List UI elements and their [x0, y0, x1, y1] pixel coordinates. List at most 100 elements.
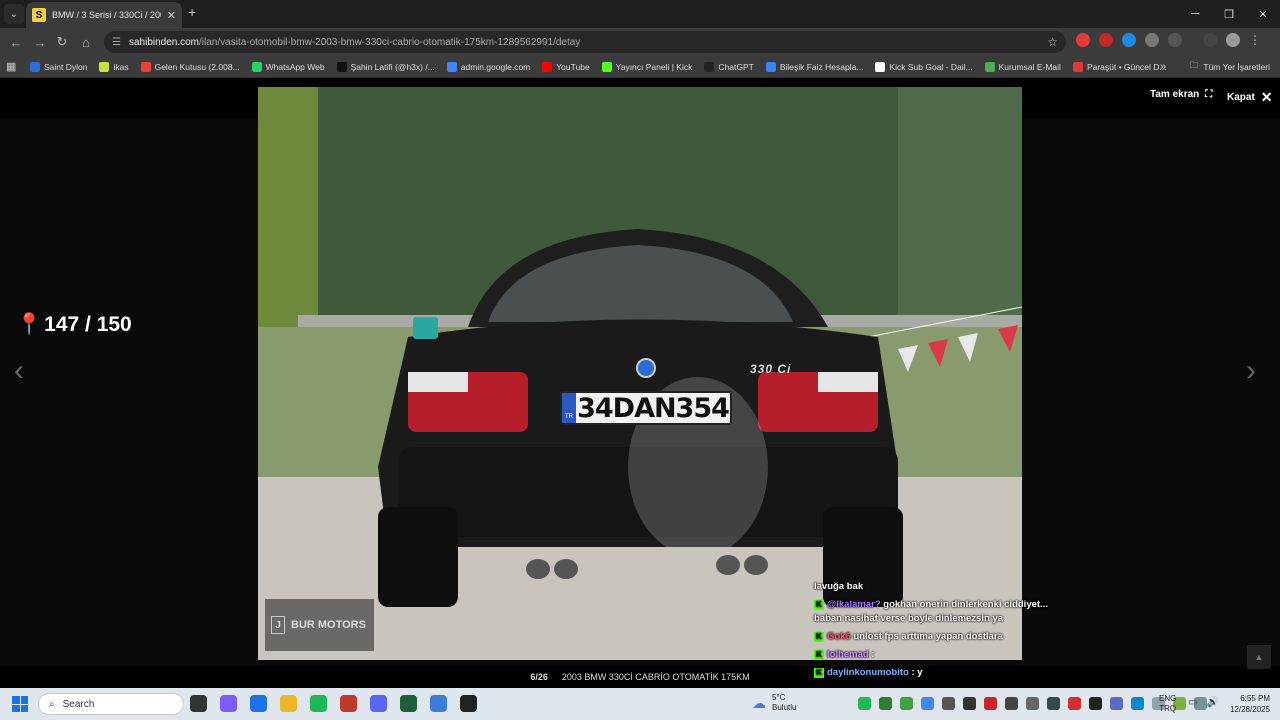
tray-icon[interactable]: [942, 697, 955, 710]
bookmark-item[interactable]: Şahin Latifi (@h3x) /...: [336, 61, 435, 72]
next-photo-arrow-icon[interactable]: ›: [1246, 354, 1256, 388]
recording-app-icon[interactable]: [460, 695, 477, 712]
reading-list-icon[interactable]: [1203, 33, 1217, 47]
tray-icon[interactable]: [1005, 697, 1018, 710]
kick-badge-icon: K: [814, 650, 824, 660]
tray-icon[interactable]: [963, 697, 976, 710]
stream-counter-overlay: 📍 147 / 150: [16, 313, 132, 337]
tray-icon[interactable]: [879, 697, 892, 710]
chat-message: K Gok6 unlost fps arttıma yapan dostlara: [814, 630, 1074, 644]
browser-toolbar: ← → ↻ ⌂ ☰ sahibinden.com/ilan/vasita-oto…: [0, 28, 1280, 56]
bookmark-label: Paraşüt • Güncel D...: [1086, 61, 1167, 72]
bookmark-item[interactable]: ChatGPT: [704, 61, 754, 72]
language-indicator[interactable]: ENG TRQ: [1159, 694, 1176, 714]
bookmark-item[interactable]: Yayıncı Paneli | Kick: [601, 61, 693, 72]
more-bookmarks-icon[interactable]: »: [1160, 61, 1166, 73]
apps-grid-icon[interactable]: ▦: [6, 60, 30, 73]
copilot-icon[interactable]: [220, 695, 237, 712]
bookmark-item[interactable]: WhatsApp Web: [251, 61, 325, 72]
tray-icon[interactable]: [1110, 697, 1123, 710]
new-tab-button[interactable]: +: [188, 4, 196, 20]
tray-icon[interactable]: [1047, 697, 1060, 710]
bookmark-label: ChatGPT: [718, 61, 754, 72]
extension-icon[interactable]: [1145, 33, 1159, 47]
tray-icon[interactable]: [1026, 697, 1039, 710]
all-bookmarks-button[interactable]: 🗀 Tüm Yer İşaretleri: [1190, 60, 1270, 74]
fullscreen-button[interactable]: Tam ekran ⛶: [1150, 89, 1212, 100]
extensions-puzzle-icon[interactable]: [1168, 33, 1182, 47]
map-pin-icon: 📍: [16, 313, 43, 336]
chat-message: lavuğa bak: [814, 581, 864, 592]
bookmark-item[interactable]: Gelen Kutusu (2.008...: [140, 61, 240, 72]
bookmark-favicon-icon: [336, 61, 347, 72]
app-icon[interactable]: [340, 695, 357, 712]
spotify-icon[interactable]: [310, 695, 327, 712]
bookmark-star-icon[interactable]: ☆: [1047, 35, 1058, 49]
tray-icon[interactable]: [921, 697, 934, 710]
reload-icon[interactable]: ↻: [52, 32, 72, 52]
bookmark-favicon-icon: [251, 61, 262, 72]
extension-icon[interactable]: [1076, 33, 1090, 47]
tray-icon[interactable]: [1131, 697, 1144, 710]
bookmark-item[interactable]: Bileşik Faiz Hesapla...: [765, 61, 864, 72]
tray-icon[interactable]: [1068, 697, 1081, 710]
profile-avatar[interactable]: [1226, 33, 1240, 47]
site-info-icon[interactable]: ☰: [112, 37, 121, 48]
back-arrow-icon[interactable]: ←: [6, 32, 26, 52]
close-viewer-button[interactable]: Kapat ✕: [1227, 89, 1273, 106]
chrome-icon[interactable]: [250, 695, 267, 712]
bookmark-label: WhatsApp Web: [265, 61, 325, 72]
chat-message: Klolhemad :: [814, 648, 1074, 662]
network-icon[interactable]: ▭: [1188, 697, 1197, 708]
close-tab-icon[interactable]: ✕: [167, 9, 176, 22]
bookmark-favicon-icon: [704, 61, 715, 72]
windows-start-icon[interactable]: [12, 696, 28, 712]
fullscreen-label: Tam ekran: [1150, 89, 1200, 100]
bookmark-item[interactable]: Kurumsal E-Mail: [984, 61, 1061, 72]
bookmark-item[interactable]: Paraşüt • Güncel D...: [1072, 61, 1167, 72]
active-tab[interactable]: S BMW / 3 Serisi / 330Ci / 2003 BMW ✕: [26, 2, 182, 28]
extension-icon[interactable]: [1099, 33, 1113, 47]
tray-icon[interactable]: [1089, 697, 1102, 710]
task-view-icon[interactable]: [190, 695, 207, 712]
address-bar[interactable]: ☰ sahibinden.com/ilan/vasita-otomobil-bm…: [104, 31, 1066, 53]
extension-icon[interactable]: [1122, 33, 1136, 47]
tab-search-button[interactable]: ⌄: [4, 4, 24, 24]
menu-kebab-icon[interactable]: ⋮: [1249, 33, 1261, 47]
tray-icon[interactable]: [858, 697, 871, 710]
bookmark-item[interactable]: ikas: [99, 61, 129, 72]
bookmark-label: ikas: [113, 61, 129, 72]
volume-icon[interactable]: 🔊: [1206, 697, 1218, 708]
excel-icon[interactable]: [400, 695, 417, 712]
discord-icon[interactable]: [370, 695, 387, 712]
bookmark-item[interactable]: YouTube: [542, 61, 590, 72]
folder-icon: 🗀: [1189, 59, 1199, 70]
close-window-button[interactable]: ✕: [1246, 0, 1280, 28]
taskbar-search[interactable]: ⌕ Search: [38, 693, 184, 715]
bookmark-item[interactable]: Saint Dylon: [30, 61, 87, 72]
settings-gear-icon[interactable]: [430, 695, 447, 712]
bookmark-item[interactable]: admin.google.com: [446, 61, 530, 72]
bookmark-item[interactable]: Kick Sub Goal - Dail...: [875, 61, 973, 72]
bookmark-label: YouTube: [556, 61, 590, 72]
windows-taskbar: ⌕ Search ☁ 5°C Bulutlu ENG TRQ ▭ 🔊 6:55 …: [0, 688, 1280, 720]
sahibinden-favicon-icon: S: [32, 8, 46, 22]
restore-button[interactable]: ❐: [1212, 0, 1246, 28]
tray-icon[interactable]: [984, 697, 997, 710]
forward-arrow-icon[interactable]: →: [30, 32, 50, 52]
bookmark-favicon-icon: [140, 61, 151, 72]
minimize-button[interactable]: ─: [1178, 0, 1212, 28]
bookmark-label: Yayıncı Paneli | Kick: [615, 61, 693, 72]
bookmark-label: Bileşik Faiz Hesapla...: [779, 61, 864, 72]
tab-bar: ⌄ S BMW / 3 Serisi / 330Ci / 2003 BMW ✕ …: [0, 0, 1280, 28]
bookmark-favicon-icon: [542, 61, 553, 72]
home-icon[interactable]: ⌂: [76, 32, 96, 52]
bookmark-label: Kick Sub Goal - Dail...: [889, 61, 973, 72]
taskbar-clock[interactable]: 6:55 PM 12/28/2025: [1224, 693, 1270, 715]
prev-photo-arrow-icon[interactable]: ‹: [14, 354, 24, 388]
tray-icon[interactable]: [900, 697, 913, 710]
file-explorer-icon[interactable]: [280, 695, 297, 712]
weather-widget[interactable]: ☁ 5°C Bulutlu: [752, 693, 796, 713]
scroll-top-icon[interactable]: ▲: [1247, 645, 1271, 669]
chat-message: K @Ikalamar? gokhan onerin dinlerkenki ci…: [814, 599, 1048, 624]
